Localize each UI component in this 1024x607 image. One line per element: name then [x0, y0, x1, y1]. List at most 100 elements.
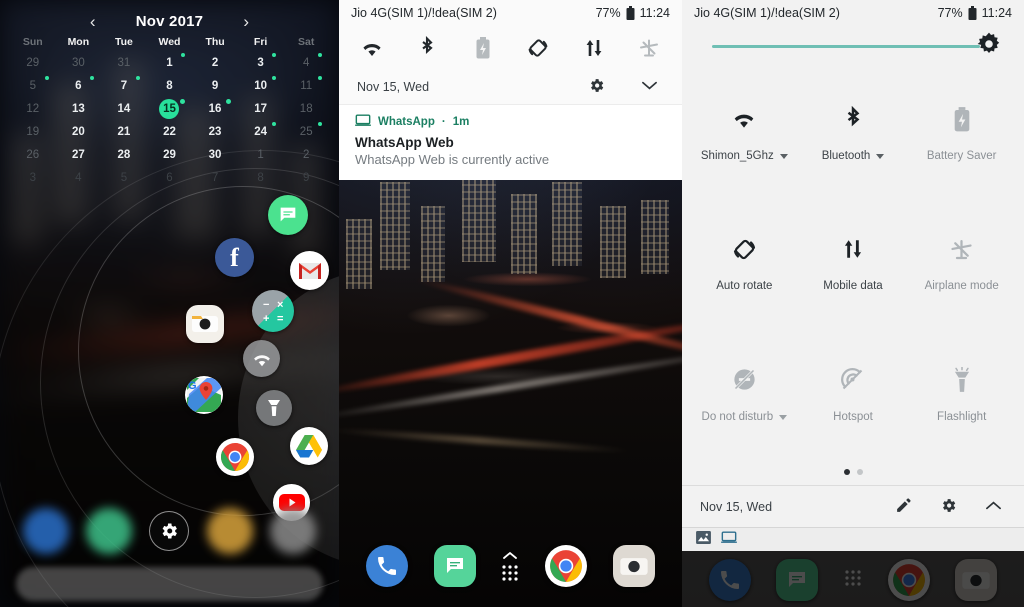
- phone-app-icon[interactable]: [708, 559, 751, 601]
- chevron-down-icon[interactable]: [876, 154, 885, 160]
- calendar-day-cell[interactable]: 30: [192, 144, 238, 165]
- calendar-next-month-icon[interactable]: ›: [237, 13, 255, 30]
- chevron-down-icon[interactable]: [779, 154, 788, 160]
- app-drawer-button[interactable]: [844, 569, 862, 592]
- mobile-data-icon[interactable]: [581, 35, 607, 61]
- calendar-prev-month-icon[interactable]: ‹: [84, 13, 102, 30]
- camera-app-icon[interactable]: [613, 545, 656, 587]
- calendar-day-cell[interactable]: 8: [147, 75, 193, 96]
- auto-rotate-icon[interactable]: [525, 35, 551, 61]
- messages-app-icon[interactable]: [776, 559, 819, 601]
- calendar-day-cell[interactable]: 13: [56, 98, 102, 119]
- calendar-day-cell[interactable]: 12: [10, 98, 56, 119]
- calendar-day-cell[interactable]: 14: [101, 98, 147, 119]
- pencil-icon[interactable]: [895, 497, 912, 517]
- flashlight-toggle-icon[interactable]: [256, 390, 292, 426]
- calendar-day-cell[interactable]: 26: [10, 144, 56, 165]
- calendar-day-cell[interactable]: 21: [101, 121, 147, 142]
- calendar-day-cell[interactable]: 3: [238, 52, 284, 73]
- calendar-day-cell[interactable]: 6: [147, 167, 193, 188]
- calendar-day-cell[interactable]: 20: [56, 121, 102, 142]
- calendar-day-cell[interactable]: 2: [283, 144, 329, 165]
- qs-tile-flashlight[interactable]: Flashlight: [907, 329, 1016, 459]
- qs-tile-mobile-data[interactable]: Mobile data: [799, 198, 908, 328]
- calendar-day-cell[interactable]: 22: [147, 121, 193, 142]
- chevron-down-icon[interactable]: [641, 80, 658, 94]
- airplane-mode-icon[interactable]: [636, 35, 662, 61]
- qs-tile-shimon-5ghz[interactable]: Shimon_5Ghz: [690, 68, 799, 198]
- maps-app-icon[interactable]: G: [185, 376, 223, 414]
- notification-card[interactable]: WhatsApp · 1m WhatsApp Web WhatsApp Web …: [339, 104, 682, 180]
- chrome-app-icon[interactable]: [216, 438, 254, 476]
- calendar-day-cell[interactable]: 19: [10, 121, 56, 142]
- calendar-day-cell[interactable]: 24: [238, 121, 284, 142]
- calendar-day-cell[interactable]: 28: [101, 144, 147, 165]
- calendar-day-cell[interactable]: 5: [10, 75, 56, 96]
- calendar-day-cell[interactable]: 4: [283, 52, 329, 73]
- camera-app-icon[interactable]: [955, 559, 998, 601]
- drive-app-icon[interactable]: [290, 427, 328, 465]
- battery-saver-icon[interactable]: [470, 35, 496, 61]
- facebook-app-icon[interactable]: f: [215, 238, 254, 277]
- chrome-app-icon[interactable]: [206, 508, 253, 554]
- chrome-app-icon[interactable]: [545, 545, 588, 587]
- calendar-day-cell[interactable]: 3: [10, 167, 56, 188]
- calendar-day-cell[interactable]: 9: [283, 167, 329, 188]
- calendar-day-cell[interactable]: 27: [56, 144, 102, 165]
- brightness-track[interactable]: [712, 44, 980, 48]
- calendar-day-cell[interactable]: 29: [10, 52, 56, 73]
- messages-app-icon[interactable]: [433, 545, 476, 587]
- chevron-up-icon[interactable]: [985, 500, 1002, 514]
- pager-dot[interactable]: [856, 469, 863, 475]
- pager-dot[interactable]: [843, 469, 850, 475]
- calendar-day-cell[interactable]: 5: [101, 167, 147, 188]
- app-drawer-button[interactable]: [501, 551, 519, 582]
- calculator-app-icon[interactable]: − × + =: [252, 290, 294, 332]
- calendar-day-cell[interactable]: 9: [192, 75, 238, 96]
- calendar-day-cell[interactable]: 16: [192, 98, 238, 119]
- calendar-day-cell[interactable]: 7: [101, 75, 147, 96]
- calendar-day-cell[interactable]: 15: [147, 98, 193, 119]
- calendar-day-cell[interactable]: 2: [192, 52, 238, 73]
- calendar-day-cell[interactable]: 11: [283, 75, 329, 96]
- calendar-day-cell[interactable]: 10: [238, 75, 284, 96]
- calendar-day-cell[interactable]: 31: [101, 52, 147, 73]
- qs-tile-airplane-mode[interactable]: Airplane mode: [907, 198, 1016, 328]
- gmail-app-icon[interactable]: [290, 251, 329, 290]
- brightness-sun-icon[interactable]: [976, 31, 1002, 62]
- calendar-day-cell[interactable]: 29: [147, 144, 193, 165]
- chevron-down-icon[interactable]: [779, 414, 788, 420]
- calendar-day-cell[interactable]: 23: [192, 121, 238, 142]
- google-search-bar[interactable]: [16, 567, 323, 601]
- qs-tile-auto-rotate[interactable]: Auto rotate: [690, 198, 799, 328]
- phone-app-icon[interactable]: [22, 508, 69, 554]
- calendar-day-cell[interactable]: 6: [56, 75, 102, 96]
- gear-icon[interactable]: [940, 497, 957, 517]
- settings-gear-button[interactable]: [149, 511, 190, 551]
- qs-tile-do-not-disturb[interactable]: Do not disturb: [690, 329, 799, 459]
- calendar-day-cell[interactable]: 1: [147, 52, 193, 73]
- wifi-icon[interactable]: [359, 35, 385, 61]
- laptop-icon[interactable]: [721, 530, 737, 549]
- camera-app-icon[interactable]: [270, 508, 317, 554]
- calendar-day-cell[interactable]: 8: [238, 167, 284, 188]
- messages-app-icon[interactable]: [268, 195, 308, 235]
- calendar-day-cell[interactable]: 30: [56, 52, 102, 73]
- qs-tile-battery-saver[interactable]: Battery Saver: [907, 68, 1016, 198]
- calendar-day-cell[interactable]: 25: [283, 121, 329, 142]
- camera-app-icon[interactable]: [186, 305, 224, 343]
- chrome-app-icon[interactable]: [887, 559, 930, 601]
- wifi-toggle-icon[interactable]: [243, 340, 280, 377]
- calendar-day-cell[interactable]: 1: [238, 144, 284, 165]
- gear-icon[interactable]: [588, 77, 605, 97]
- calendar-day-cell[interactable]: 7: [192, 167, 238, 188]
- phone-app-icon[interactable]: [365, 545, 408, 587]
- bluetooth-icon[interactable]: [414, 35, 440, 61]
- messages-app-icon[interactable]: [86, 508, 133, 554]
- qs-tile-bluetooth[interactable]: Bluetooth: [799, 68, 908, 198]
- calendar-day-cell[interactable]: 17: [238, 98, 284, 119]
- brightness-slider[interactable]: [682, 26, 1024, 66]
- calendar-day-cell[interactable]: 4: [56, 167, 102, 188]
- calendar-day-cell[interactable]: 18: [283, 98, 329, 119]
- screenshot-image-icon[interactable]: [696, 530, 711, 549]
